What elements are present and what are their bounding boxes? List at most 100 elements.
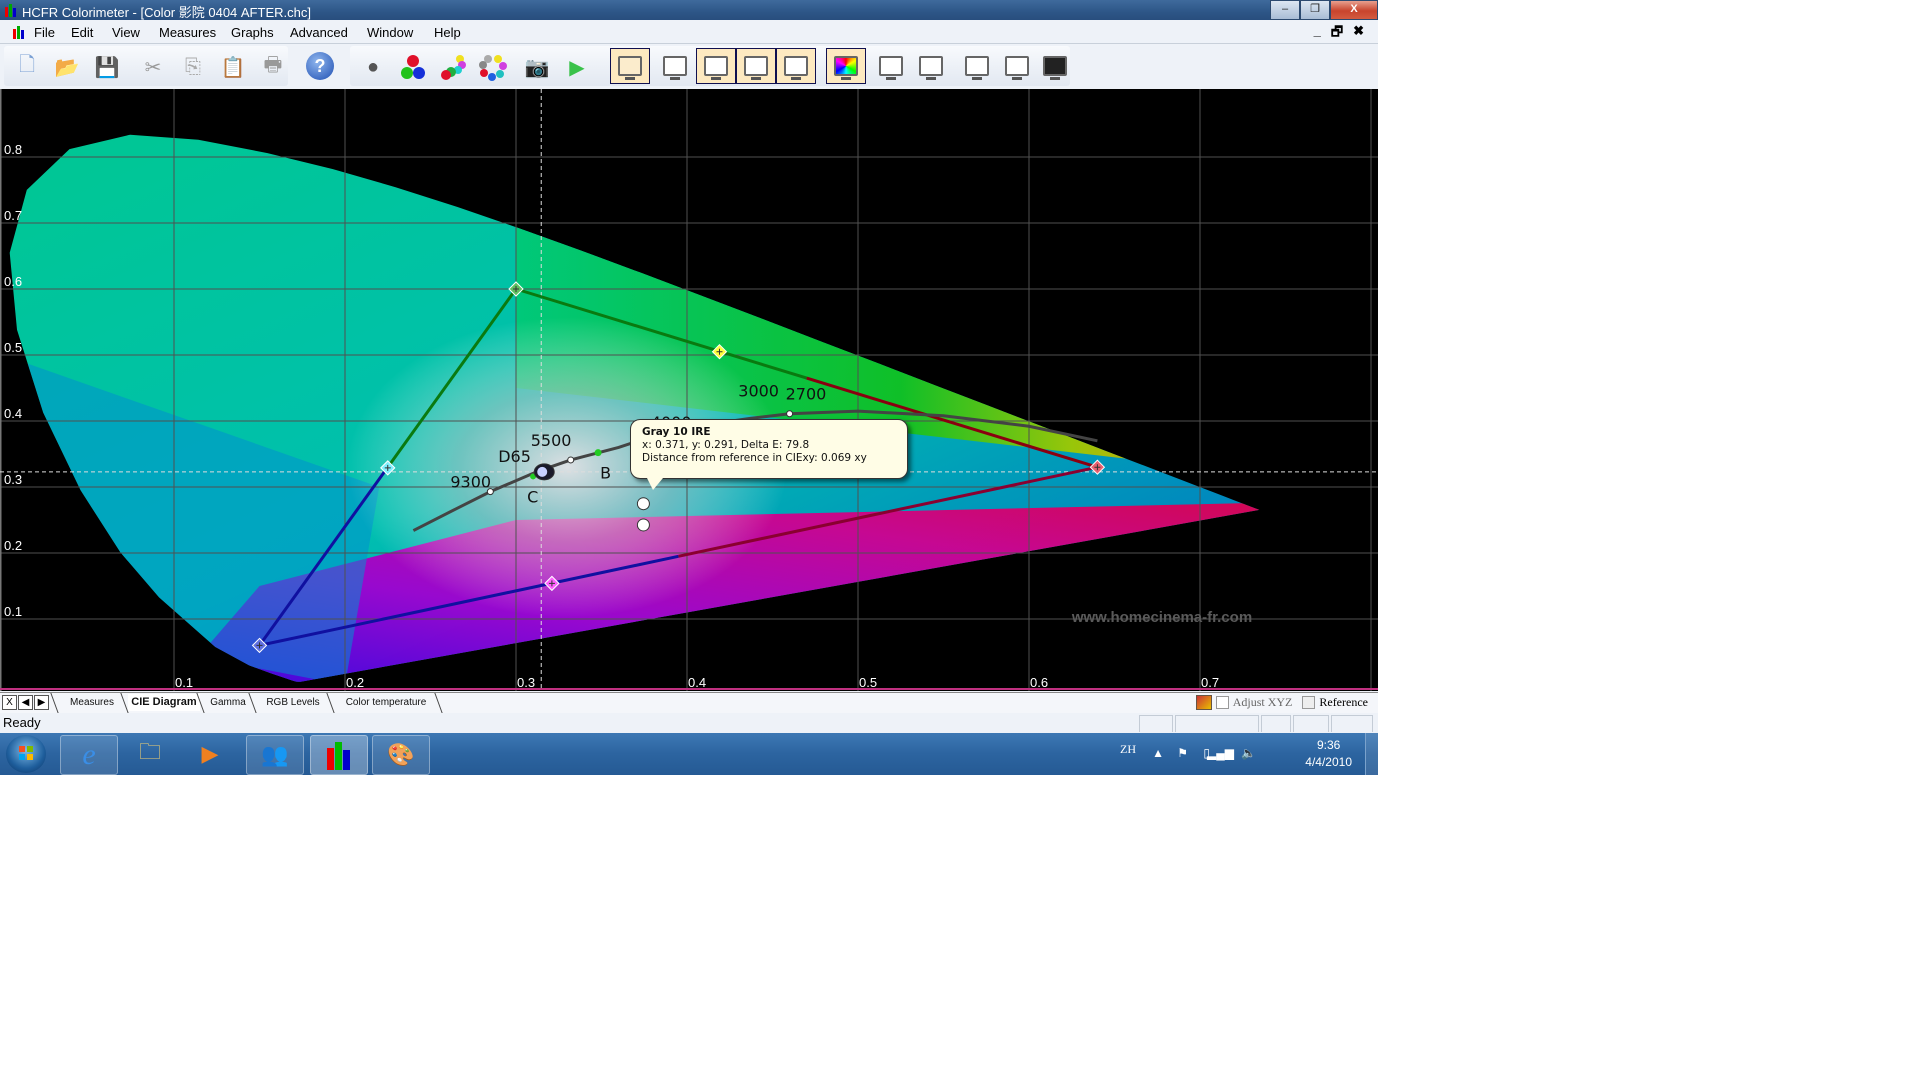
status-text: Ready: [3, 715, 41, 730]
hcfr-menu-icon[interactable]: [12, 25, 26, 39]
window-title: HCFR Colorimeter - [Color 影院 0404 AFTER.…: [22, 5, 311, 20]
play-icon[interactable]: ▶: [562, 52, 592, 82]
paste-icon[interactable]: 📋: [218, 52, 248, 82]
menu-window[interactable]: Window: [367, 25, 413, 40]
tooltip-pointer: [647, 478, 663, 490]
blackbody-label: 3000: [738, 381, 779, 400]
system-tray: ZH ▲ ⚑ ▯ ▂▄▆ 🔈 9:36 4/4/2010: [1106, 733, 1378, 775]
paint-icon[interactable]: 🎨: [372, 735, 430, 775]
show-hidden-icons-icon[interactable]: ▲: [1152, 746, 1164, 760]
close-tab-button[interactable]: X: [2, 695, 17, 710]
action-center-flag-icon[interactable]: ⚑: [1177, 746, 1188, 760]
sensor-icon[interactable]: [1195, 695, 1212, 710]
cut-icon[interactable]: ✂: [138, 52, 168, 82]
locus-fill: [9, 134, 1260, 682]
saturation-luminance-view-icon[interactable]: [1000, 49, 1034, 83]
rgb-levels-view-icon[interactable]: [736, 48, 776, 84]
volume-icon[interactable]: 🔈: [1241, 746, 1256, 760]
measured-gray-point: [636, 518, 650, 532]
all-colors-measure-icon[interactable]: [478, 52, 508, 82]
view-toolbar: [610, 46, 1070, 86]
new-document-icon[interactable]: 🗋: [12, 52, 42, 82]
measures-graph-view-icon[interactable]: [1038, 49, 1072, 83]
menu-help[interactable]: Help: [434, 25, 461, 40]
spectral-locus: [9, 134, 1260, 682]
tab-measures[interactable]: Measures: [60, 694, 124, 711]
show-desktop-button[interactable]: [1365, 733, 1378, 775]
messenger-icon[interactable]: 👥: [246, 735, 304, 775]
title-bar[interactable]: HCFR Colorimeter - [Color 影院 0404 AFTER.…: [0, 0, 1378, 20]
status-panel: [1331, 715, 1373, 732]
hcfr-colorimeter-icon: [327, 742, 350, 770]
menu-file[interactable]: File: [34, 25, 55, 40]
clock[interactable]: 9:36 4/4/2010: [1305, 737, 1352, 771]
open-folder-icon[interactable]: 📂: [52, 52, 82, 82]
point-tooltip: Gray 10 IRE x: 0.371, y: 0.291, Delta E:…: [630, 419, 908, 490]
y-tick-label: 0.2: [4, 538, 22, 553]
file-toolbar: 🗋 📂 💾 ✂ ⎘ 📋 🖶: [4, 46, 288, 86]
tooltip-distance: Distance from reference in CIExy: 0.069 …: [642, 452, 867, 464]
media-player-icon[interactable]: ▶: [182, 735, 238, 773]
file-explorer-icon[interactable]: 🗀: [122, 735, 178, 773]
reference-checkbox[interactable]: [1302, 696, 1316, 709]
y-tick-label: 0.3: [4, 472, 22, 487]
menu-view[interactable]: View: [112, 25, 140, 40]
menu-edit[interactable]: Edit: [71, 25, 93, 40]
illuminant-label: B: [600, 464, 611, 483]
tab-gamma[interactable]: Gamma: [206, 694, 250, 711]
windows-logo-icon: [19, 746, 33, 760]
blackbody-label: 2700: [786, 385, 827, 404]
internet-explorer-icon[interactable]: e: [60, 735, 118, 775]
menu-graphs[interactable]: Graphs: [231, 25, 274, 40]
mdi-minimize-button[interactable]: _: [1314, 23, 1321, 45]
rgb-balls-icon: [401, 55, 425, 79]
input-language-indicator[interactable]: ZH: [1120, 742, 1136, 757]
hcfr-colorimeter-taskbar-button[interactable]: [310, 735, 368, 775]
print-icon[interactable]: 🖶: [262, 52, 284, 82]
mdi-close-button[interactable]: ✖: [1353, 23, 1364, 45]
maximize-button[interactable]: ❐: [1300, 0, 1330, 20]
cie-diagram-svg[interactable]: 0.1 0.2 0.3 0.4 0.5 0.6 0.7 0.1 0.2 0.3 0.4 0.5 0.6 0…: [0, 89, 1378, 691]
close-button[interactable]: X: [1330, 0, 1378, 20]
status-bar: Ready: [0, 713, 1378, 733]
measured-gray-point: [636, 497, 650, 511]
previous-tab-button[interactable]: ◀: [18, 695, 33, 710]
tooltip-coordinates: x: 0.371, y: 0.291, Delta E: 79.8: [642, 439, 810, 451]
cie-diagram-chart[interactable]: 0.1 0.2 0.3 0.4 0.5 0.6 0.7 0.1 0.2 0.3 0.4 0.5 0.6 0…: [0, 89, 1378, 691]
clock-date: 4/4/2010: [1305, 755, 1352, 769]
menu-measures[interactable]: Measures: [159, 25, 216, 40]
cie-diagram-view-icon[interactable]: [826, 48, 866, 84]
secondary-colors-measure-icon[interactable]: [438, 52, 468, 82]
near-black-view-icon[interactable]: [874, 49, 908, 83]
x-tick-label: 0.7: [1201, 675, 1219, 690]
tab-color-temperature[interactable]: Color temperature: [336, 694, 436, 711]
blackbody-label: D65: [498, 447, 531, 466]
luminance-view-icon[interactable]: [696, 48, 736, 84]
menu-advanced[interactable]: Advanced: [290, 25, 348, 40]
copy-icon[interactable]: ⎘: [178, 52, 208, 82]
minimize-button[interactable]: –: [1270, 0, 1300, 20]
tab-cie-diagram[interactable]: CIE Diagram: [128, 694, 200, 711]
saturation-shift-view-icon[interactable]: [960, 49, 994, 83]
next-tab-button[interactable]: ▶: [34, 695, 49, 710]
x-tick-label: 0.4: [688, 675, 706, 690]
primary-colors-measure-icon[interactable]: [398, 52, 428, 82]
measure-toolbar: ● 📷 ▶: [350, 46, 612, 86]
gamma-view-icon[interactable]: [658, 49, 692, 83]
tab-rgb-levels[interactable]: RGB Levels: [258, 694, 328, 711]
adjust-xyz-checkbox[interactable]: [1215, 696, 1229, 709]
gray-scale-measure-icon[interactable]: ●: [358, 52, 388, 82]
view-tab-bar: X ◀ ▶ Measures CIE Diagram Gamma RGB Lev…: [0, 692, 1378, 713]
start-button[interactable]: [6, 735, 46, 773]
mdi-restore-button[interactable]: 🗗: [1331, 23, 1343, 45]
measures-view-icon[interactable]: [610, 48, 650, 84]
color-ring-icon: [479, 55, 507, 81]
help-icon[interactable]: ?: [306, 52, 334, 80]
save-icon[interactable]: 💾: [92, 52, 122, 82]
near-white-view-icon[interactable]: [914, 49, 948, 83]
network-signal-icon[interactable]: ▂▄▆: [1207, 746, 1234, 760]
status-panel: [1139, 715, 1173, 732]
color-temperature-view-icon[interactable]: [776, 48, 816, 84]
white-point-measure: [537, 466, 548, 477]
camera-icon[interactable]: 📷: [522, 52, 552, 82]
